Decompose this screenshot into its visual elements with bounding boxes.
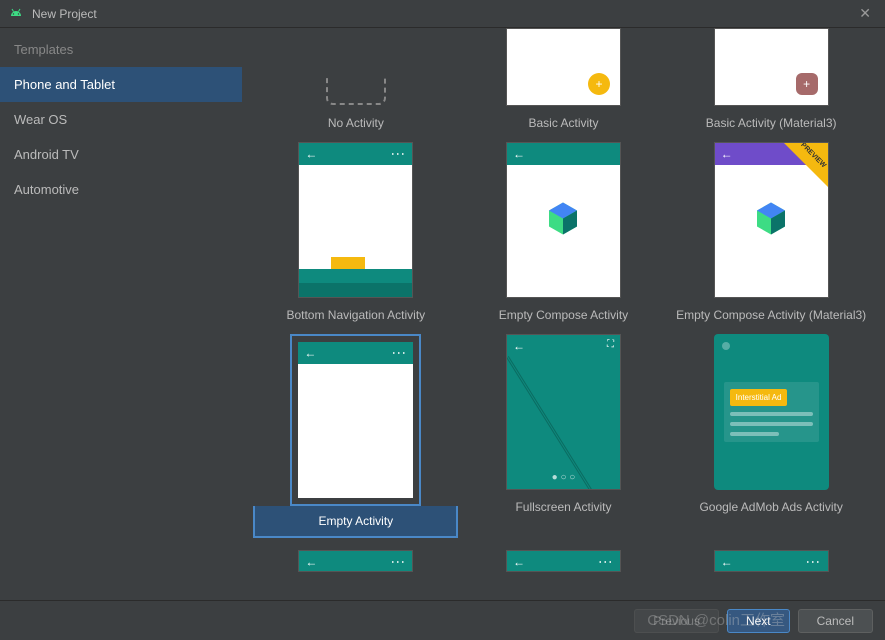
app-bar: ←⋮ bbox=[715, 551, 828, 572]
bottom-bar bbox=[299, 283, 412, 297]
cancel-button[interactable]: Cancel bbox=[798, 609, 873, 633]
page-dots-icon: ● ○ ○ bbox=[507, 472, 620, 483]
fab-icon: + bbox=[796, 73, 818, 95]
fullscreen-body: ● ○ ○ bbox=[507, 357, 620, 489]
overflow-icon: ⋮ bbox=[390, 147, 406, 161]
template-basic-activity-m3[interactable]: + Basic Activity (Material3) bbox=[669, 28, 874, 130]
template-thumbnail: + bbox=[714, 28, 829, 106]
template-partial[interactable]: ←⋮ bbox=[253, 550, 458, 572]
template-label: Basic Activity bbox=[528, 116, 598, 130]
template-thumbnail: ← PREVIEW bbox=[714, 142, 829, 298]
template-thumbnail bbox=[298, 28, 413, 106]
next-button[interactable]: Next bbox=[727, 609, 790, 633]
template-empty-compose[interactable]: ← Empty Compose Activity bbox=[461, 142, 666, 322]
window-title: New Project bbox=[32, 7, 853, 21]
android-logo-icon bbox=[8, 6, 24, 22]
template-partial[interactable]: ←⋮ bbox=[669, 550, 874, 572]
app-bar: ←⋮ bbox=[299, 143, 412, 165]
previous-button[interactable]: Previous bbox=[634, 609, 719, 633]
sidebar-header: Templates bbox=[0, 28, 242, 67]
compose-logo-icon bbox=[751, 199, 791, 242]
back-arrow-icon: ← bbox=[304, 346, 316, 360]
overflow-icon: ⋮ bbox=[390, 555, 406, 569]
fullscreen-icon: ⛶ bbox=[607, 339, 614, 350]
sidebar-item-android-tv[interactable]: Android TV bbox=[0, 137, 242, 172]
back-arrow-icon: ← bbox=[305, 555, 317, 569]
template-admob-activity[interactable]: Interstitial Ad Google AdMob Ads Activit… bbox=[669, 334, 874, 538]
back-arrow-icon: ← bbox=[513, 147, 525, 161]
overflow-icon: ⋮ bbox=[598, 555, 614, 569]
back-arrow-icon: ← bbox=[721, 147, 733, 161]
back-arrow-icon: ← bbox=[305, 147, 317, 161]
template-thumbnail: ←⋮ bbox=[714, 550, 829, 572]
template-empty-compose-m3[interactable]: ← PREVIEW Empty Compose Activity (Materi… bbox=[669, 142, 874, 322]
template-fullscreen-activity[interactable]: ←⛶ ● ○ ○ Fullscreen Activity bbox=[461, 334, 666, 538]
sidebar-item-label: Wear OS bbox=[14, 112, 67, 127]
app-bar: ←⋮ bbox=[299, 551, 412, 572]
template-partial[interactable]: ←⋮ bbox=[461, 550, 666, 572]
bottom-nav-bar bbox=[299, 269, 412, 283]
overflow-icon: ⋮ bbox=[391, 346, 407, 360]
sidebar-item-phone-tablet[interactable]: Phone and Tablet bbox=[0, 67, 242, 102]
overflow-icon: ⋮ bbox=[806, 555, 822, 569]
titlebar: New Project ✕ bbox=[0, 0, 885, 28]
sidebar-item-wear-os[interactable]: Wear OS bbox=[0, 102, 242, 137]
template-label: Empty Compose Activity (Material3) bbox=[676, 308, 866, 322]
template-thumbnail: ←⋮ bbox=[298, 550, 413, 572]
app-bar: ←⋮ bbox=[507, 551, 620, 572]
template-bottom-navigation[interactable]: ←⋮ Bottom Navigation Activity bbox=[253, 142, 458, 322]
fab-icon: + bbox=[588, 73, 610, 95]
app-bar: ←⛶ bbox=[507, 335, 620, 357]
template-grid: No Activity + Basic Activity + Basic Act… bbox=[252, 28, 875, 584]
template-label: Fullscreen Activity bbox=[515, 500, 611, 514]
sidebar-item-label: Phone and Tablet bbox=[14, 77, 115, 92]
template-thumbnail: ←⋮ bbox=[298, 142, 413, 298]
template-label: Bottom Navigation Activity bbox=[286, 308, 425, 322]
sidebar-item-automotive[interactable]: Automotive bbox=[0, 172, 242, 207]
back-arrow-icon: ← bbox=[513, 555, 525, 569]
sidebar-item-label: Automotive bbox=[14, 182, 79, 197]
sidebar-item-label: Android TV bbox=[14, 147, 79, 162]
back-arrow-icon: ← bbox=[513, 339, 525, 353]
template-thumbnail: ← bbox=[506, 142, 621, 298]
ad-label: Interstitial Ad bbox=[730, 389, 788, 406]
template-label: Google AdMob Ads Activity bbox=[699, 500, 842, 514]
template-empty-activity[interactable]: ←⋮ Empty Activity bbox=[253, 334, 458, 538]
close-icon[interactable]: ✕ bbox=[853, 5, 877, 22]
admob-body: Interstitial Ad bbox=[714, 334, 829, 490]
template-no-activity[interactable]: No Activity bbox=[253, 28, 458, 130]
template-label: No Activity bbox=[328, 116, 384, 130]
template-thumbnail: Interstitial Ad bbox=[714, 334, 829, 490]
app-bar: ← bbox=[507, 143, 620, 165]
sidebar: Templates Phone and Tablet Wear OS Andro… bbox=[0, 28, 242, 598]
back-arrow-icon: ← bbox=[721, 555, 733, 569]
compose-logo-icon bbox=[543, 199, 583, 242]
main-content: Templates Phone and Tablet Wear OS Andro… bbox=[0, 28, 885, 598]
template-thumbnail: ←⋮ bbox=[298, 342, 413, 498]
template-grid-container: No Activity + Basic Activity + Basic Act… bbox=[242, 28, 885, 598]
template-thumbnail: ←⋮ bbox=[506, 550, 621, 572]
template-label: Empty Activity bbox=[253, 506, 458, 538]
footer: Previous Next Cancel bbox=[0, 600, 885, 640]
app-bar: ←⋮ bbox=[298, 342, 413, 364]
template-basic-activity[interactable]: + Basic Activity bbox=[461, 28, 666, 130]
template-label: Basic Activity (Material3) bbox=[706, 116, 837, 130]
template-thumbnail: ←⛶ ● ○ ○ bbox=[506, 334, 621, 490]
template-thumbnail: + bbox=[506, 28, 621, 106]
template-label: Empty Compose Activity bbox=[499, 308, 628, 322]
